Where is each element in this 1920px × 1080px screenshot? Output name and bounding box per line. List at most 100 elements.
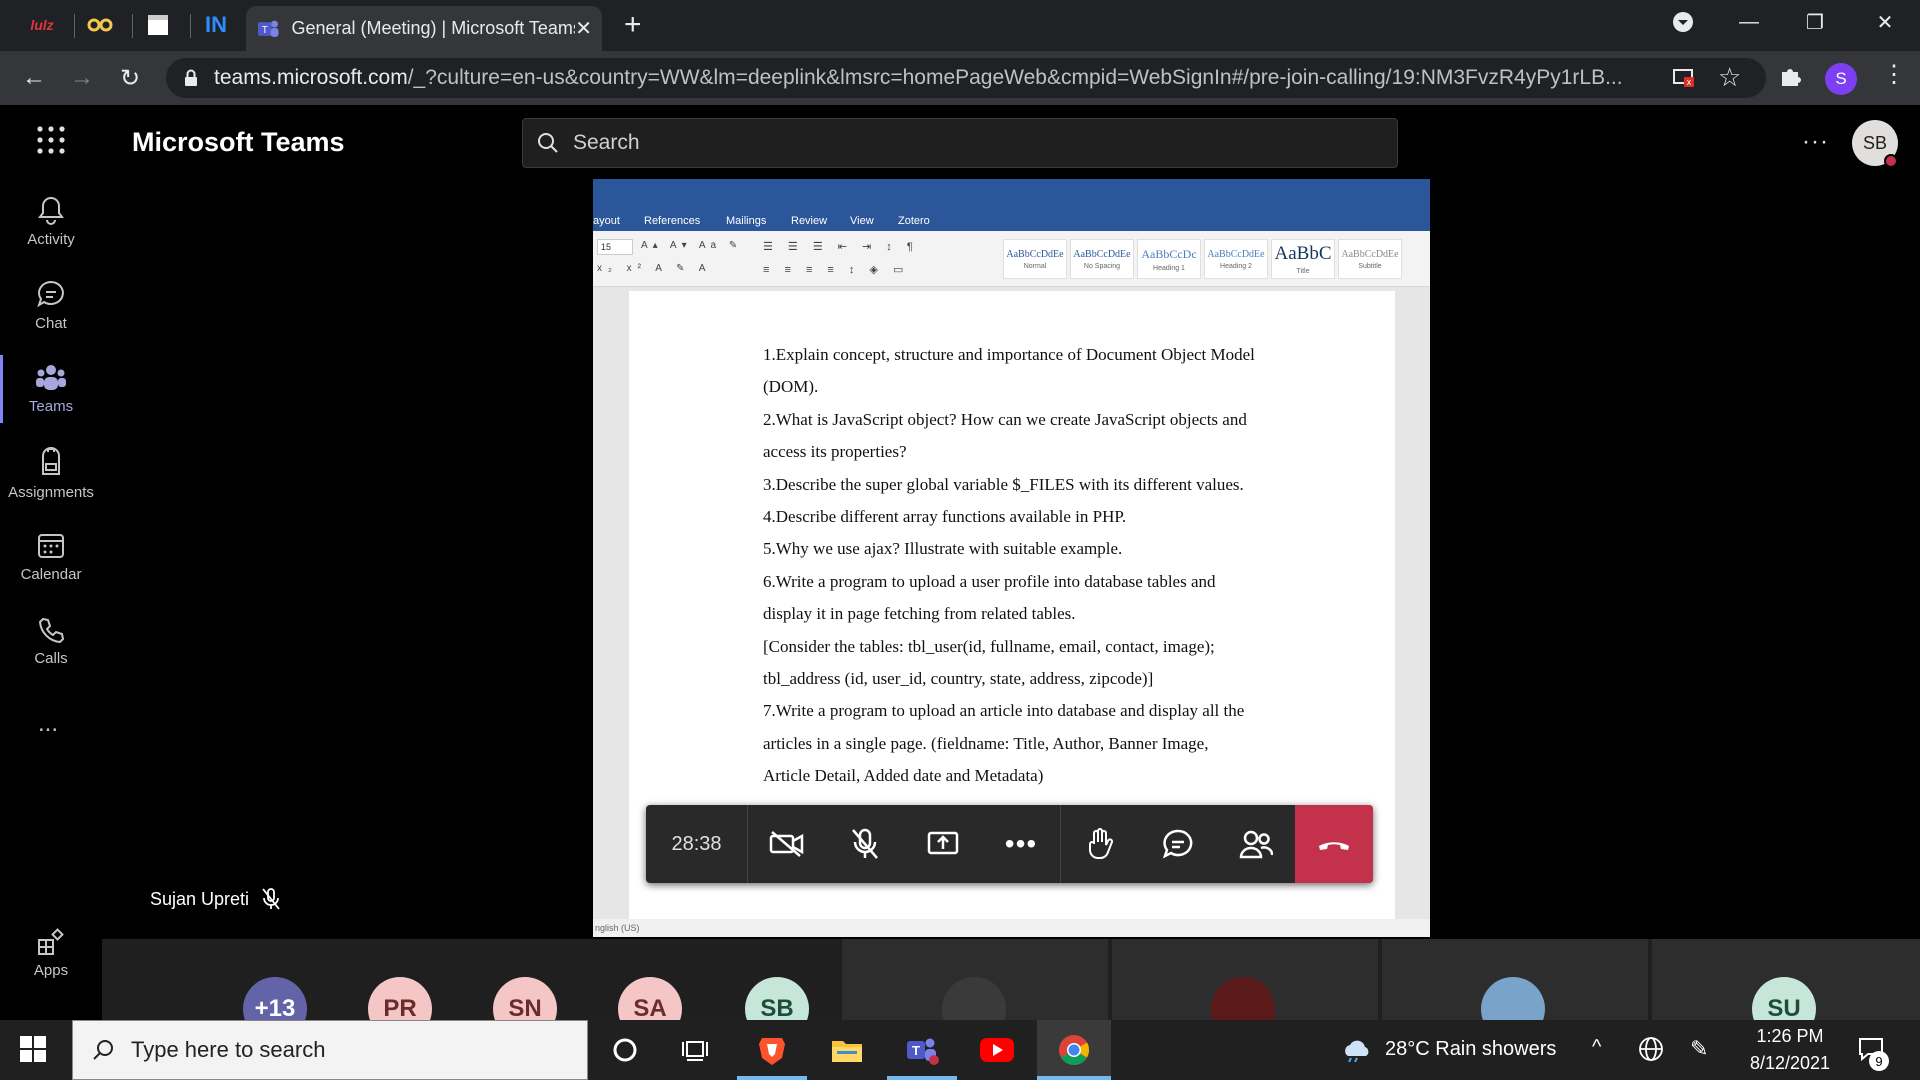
mic-off-button[interactable] [826,805,904,883]
word-ribbon-tabs [593,179,1430,231]
word-status-bar: nglish (US) [593,919,1430,937]
participants-button[interactable] [1217,805,1295,883]
document-line: [Consider the tables: tbl_user(id, fulln… [763,636,1215,656]
tab-separator [74,14,75,38]
rail-item-chat[interactable]: Chat [0,265,102,345]
presence-busy-icon [1884,154,1898,168]
ribbon-tab-zotero: Zotero [898,215,930,227]
rail-item-apps[interactable]: Apps [0,913,102,993]
rail-item-teams[interactable]: Teams [0,349,102,429]
call-control-bar: 28:38 ••• [646,805,1373,883]
ribbon-tab-mailings: Mailings [726,215,767,227]
cast-blocked-icon[interactable]: x [1672,67,1696,94]
cortana-icon[interactable] [590,1020,660,1080]
document-line: 2.What is JavaScript object? How can we … [763,409,1247,429]
status-language: nglish (US) [595,923,640,933]
svg-text:T: T [262,24,268,35]
restore-icon[interactable]: ❐ [1782,0,1848,44]
camera-off-button[interactable] [748,805,826,883]
mic-off-icon [852,828,878,859]
apps-icon [38,927,64,955]
style-no-spacing: AaBbCcDdEe No Spacing [1070,239,1134,279]
document-line: 1.Explain concept, structure and importa… [763,345,1255,364]
rail-more-icon[interactable]: ... [38,710,58,738]
teams-taskbar-icon[interactable]: T [887,1020,957,1080]
hang-up-icon [1319,842,1349,850]
document-text: 1.Explain concept, structure and importa… [763,339,1323,793]
brave-browser-icon[interactable] [737,1020,807,1080]
linkedin-tab-icon[interactable]: IN [194,8,238,42]
style-normal: AaBbCcDdEe Normal [1003,239,1067,279]
more-options-icon[interactable]: ··· [1802,128,1829,156]
meeting-chat-button[interactable] [1139,805,1217,883]
chrome-icon[interactable] [1037,1020,1111,1080]
paragraph-align-buttons: ≡ ≡ ≡ ≡ ↕ ◈ ▭ [763,264,910,276]
font-style-buttons: x₂ x² A ✎ A [597,263,712,274]
document-line: 6.Write a program to upload a user profi… [763,571,1216,591]
browser-profile-avatar[interactable]: S [1825,63,1857,95]
bookmark-star-icon[interactable]: ☆ [1718,62,1741,93]
teams-search-input[interactable]: Search [522,118,1398,168]
raise-hand-button[interactable] [1061,805,1139,883]
lulz-tab-icon[interactable]: lulz [20,8,64,42]
bell-icon [38,196,64,225]
document-line: 3.Describe the super global variable $_F… [763,474,1244,494]
tray-chevron-icon[interactable]: ^ [1592,1036,1601,1059]
presenter-name: Sujan Upreti [150,888,250,909]
mic-muted-icon [262,888,280,910]
rail-item-activity[interactable]: Activity [0,181,102,261]
extensions-icon[interactable] [1778,64,1802,93]
search-icon [538,133,558,153]
taskbar-search-input[interactable]: Type here to search [72,1020,588,1080]
rail-label: Assignments [8,483,94,501]
calendar-icon [38,533,64,558]
back-icon[interactable]: ← [14,58,54,98]
weather-text[interactable]: 28°C Rain showers [1385,1038,1556,1061]
forward-icon[interactable]: → [62,58,102,98]
rail-label: Activity [27,230,75,248]
browser-menu-icon[interactable]: ⋮ [1882,60,1906,89]
rail-label: Apps [33,961,69,979]
weather-icon[interactable] [1340,1036,1372,1067]
active-browser-tab[interactable]: T General (Meeting) | Microsoft Teams ✕ [246,6,602,51]
window-tab-icon[interactable] [136,8,180,42]
teams-icon [36,364,66,390]
new-tab-button[interactable]: + [624,8,642,42]
share-screen-button[interactable] [904,805,982,883]
svg-text:x: x [1687,77,1692,87]
clock-time: 1:26 PM [1756,1026,1824,1046]
tab-separator [132,14,133,38]
glasses-tab-icon[interactable] [78,8,122,42]
rail-item-assignments[interactable]: Assignments [0,433,102,513]
url-host: teams.microsoft.com [214,66,408,89]
camera-off-icon [769,831,804,857]
task-view-icon[interactable] [660,1020,730,1080]
windows-start-icon[interactable] [20,1036,46,1067]
phone-icon [38,617,65,643]
file-explorer-icon[interactable] [812,1020,882,1080]
ribbon-tab-references: References [644,215,701,227]
paragraph-list-buttons: ☰ ☰ ☰ ⇤ ⇥ ↕ ¶ [763,241,919,253]
document-line: access its properties? [763,442,907,462]
app-launcher-icon[interactable] [36,125,66,160]
app-title: Microsoft Teams [132,127,345,157]
network-globe-icon[interactable] [1638,1036,1664,1067]
youtube-icon[interactable] [962,1020,1032,1080]
rail-item-calendar[interactable]: Calendar [0,517,102,597]
document-line: 5.Why we use ajax? Illustrate with suita… [763,539,1123,559]
address-bar[interactable]: teams.microsoft.com/_?culture=en-us&coun… [166,58,1766,98]
more-actions-icon[interactable]: ••• [982,805,1060,883]
url-path: /_?culture=en-us&country=WW&lm=deeplink&… [407,66,1623,89]
reload-icon[interactable]: ↻ [110,58,150,98]
clock[interactable]: 1:26 PM 8/12/2021 [1745,1026,1835,1074]
rail-item-calls[interactable]: Calls [0,601,102,681]
svg-text:T: T [912,1043,920,1058]
close-window-icon[interactable]: ✕ [1852,0,1918,44]
leave-call-button[interactable] [1295,805,1373,883]
active-tab-title: General (Meeting) | Microsoft Teams [291,18,576,38]
close-tab-icon[interactable]: ✕ [575,16,592,41]
minimize-icon[interactable]: — [1716,0,1782,44]
ribbon-tab-layout: ayout [593,215,620,227]
tab-search-icon[interactable] [1650,0,1716,44]
pen-icon[interactable]: ✎ [1690,1036,1708,1062]
